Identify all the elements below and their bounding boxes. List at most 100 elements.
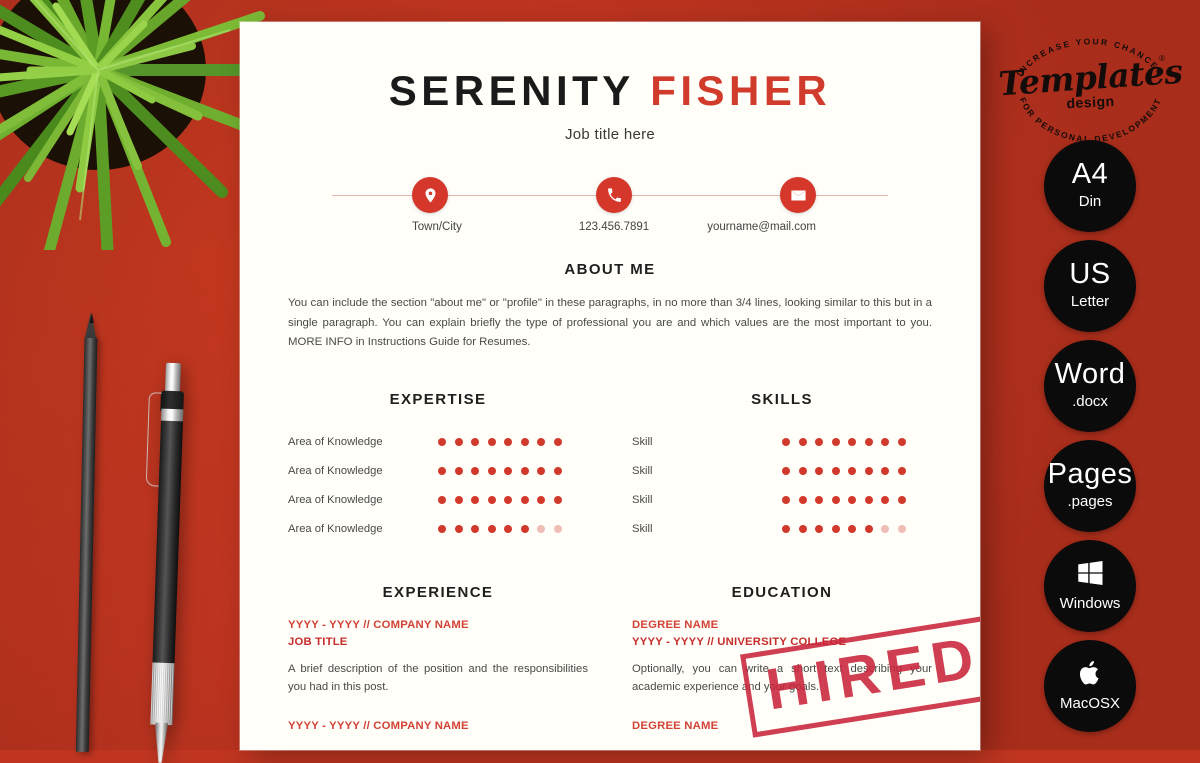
- format-badge[interactable]: A4 Din: [1044, 140, 1136, 232]
- skill-label: Skill: [632, 465, 653, 478]
- badge-list: A4 Din US Letter Word .docx Pages .pages Windows…: [980, 140, 1200, 740]
- about-section: ABOUT ME You can include the section "ab…: [288, 261, 932, 353]
- expertise-row: Area of Knowledge: [288, 515, 588, 544]
- job-title-subtitle: Job title here: [564, 126, 656, 143]
- rating-dot-filled: [487, 438, 496, 447]
- expertise-section: EXPERTISE Area of Knowledge Area of Knowl…: [288, 391, 588, 544]
- expertise-label: Area of Knowledge: [288, 436, 383, 449]
- expertise-label: Area of Knowledge: [288, 494, 383, 507]
- rating-dot-filled: [553, 496, 562, 505]
- last-name: FISHER: [650, 67, 832, 114]
- contact-phone: 123.456.7891: [547, 177, 682, 233]
- contact-email: yourname@mail.com: [681, 177, 888, 233]
- ratings-block: EXPERTISE Area of Knowledge Area of Knowl…: [288, 391, 932, 544]
- format-badge[interactable]: Windows: [1044, 540, 1136, 632]
- experience-heading: EXPERIENCE: [382, 583, 494, 601]
- pencil-lead: [89, 312, 94, 324]
- rating-dot-filled: [782, 467, 790, 476]
- expertise-dots: [438, 467, 562, 476]
- format-badge[interactable]: US Letter: [1044, 240, 1136, 332]
- rating-dot-filled: [487, 496, 496, 505]
- format-badge[interactable]: Pages .pages: [1044, 440, 1136, 532]
- rating-dot-filled: [782, 525, 790, 534]
- rating-dot-filled: [864, 525, 873, 534]
- badge-secondary-label: .docx: [1072, 393, 1108, 410]
- skill-dots: [782, 525, 906, 534]
- skill-label: Skill: [632, 436, 653, 449]
- format-badge[interactable]: Word .docx: [1044, 340, 1136, 432]
- skill-row: Skill: [632, 457, 932, 486]
- rating-dot-filled: [815, 438, 823, 447]
- windows-logo-icon: [1075, 558, 1105, 588]
- pen-grip: [150, 662, 175, 726]
- skill-row: Skill: [632, 486, 932, 515]
- rating-dot-filled: [864, 496, 873, 505]
- rating-dot-filled: [848, 496, 856, 505]
- rating-dot-filled: [848, 467, 856, 476]
- contact-email-text: yourname@mail.com: [707, 221, 817, 233]
- rating-dot-filled: [897, 496, 906, 505]
- rating-dot-filled: [815, 525, 823, 534]
- rating-dot-filled: [815, 467, 823, 476]
- rating-dot-filled: [438, 467, 446, 476]
- rating-dot-filled: [864, 467, 873, 476]
- rating-dot-filled: [782, 496, 790, 505]
- rating-dot-filled: [520, 438, 529, 447]
- contact-location-text: Town/City: [412, 221, 462, 233]
- badge-primary-label: Word: [1054, 358, 1126, 390]
- rating-dot-filled: [504, 467, 512, 476]
- experience-entry-meta: YYYY - YYYY // COMPANY NAME: [288, 618, 469, 631]
- location-pin-icon: [412, 177, 448, 213]
- contact-phone-text: 123.456.7891: [578, 221, 650, 233]
- badge-secondary-label: Windows: [1059, 595, 1121, 612]
- rating-dot-filled: [553, 467, 562, 476]
- skill-dots: [782, 467, 906, 476]
- rating-dot-filled: [487, 467, 496, 476]
- rating-dot-filled: [848, 525, 856, 534]
- rating-dot-filled: [454, 496, 463, 505]
- experience-entry-role: JOB TITLE: [288, 635, 348, 648]
- rating-dot-filled: [881, 496, 889, 505]
- rating-dot-filled: [438, 496, 446, 505]
- rating-dot-filled: [537, 496, 545, 505]
- expertise-dots: [438, 438, 562, 447]
- expertise-dots: [438, 525, 562, 534]
- rating-dot-filled: [504, 525, 512, 534]
- phone-icon: [596, 177, 632, 213]
- contact-location: Town/City: [332, 177, 547, 233]
- rating-dot-filled: [831, 496, 840, 505]
- registered-mark: ®: [1159, 54, 1165, 63]
- skills-heading: SKILLS: [751, 390, 813, 408]
- rating-dot-filled: [848, 438, 856, 447]
- badge-secondary-label: .pages: [1067, 493, 1113, 510]
- experience-entry: YYYY - YYYY // COMPANY NAME JOB TITLE A br…: [288, 617, 588, 696]
- rating-dot-filled: [520, 467, 529, 476]
- rating-dot-filled: [798, 467, 807, 476]
- contact-bar: Town/City 123.456.7891 yourname@mail.com: [332, 177, 888, 233]
- rating-dot-filled: [504, 438, 512, 447]
- rating-dot-empty: [553, 525, 562, 534]
- rating-dot-filled: [798, 496, 807, 505]
- format-badge[interactable]: MacOSX: [1044, 640, 1136, 732]
- expertise-row: Area of Knowledge: [288, 486, 588, 515]
- skill-dots: [782, 438, 906, 447]
- skills-rows: Skill Skill Skill Skill: [632, 428, 932, 544]
- experience-entries: YYYY - YYYY // COMPANY NAME JOB TITLE A br…: [288, 617, 588, 735]
- experience-section: EXPERIENCE YYYY - YYYY // COMPANY NAME JO…: [288, 584, 588, 735]
- skill-label: Skill: [632, 523, 653, 536]
- rating-dot-filled: [537, 467, 545, 476]
- templates-design-logo: INCREASE YOUR CHANCES FOR PERSONAL DEVEL…: [997, 24, 1183, 144]
- rating-dot-filled: [454, 438, 463, 447]
- rating-dot-filled: [471, 525, 479, 534]
- badge-secondary-label: Din: [1078, 193, 1102, 210]
- rating-dot-filled: [881, 467, 889, 476]
- rating-dot-filled: [520, 525, 529, 534]
- rating-dot-filled: [897, 438, 906, 447]
- badge-secondary-label: MacOSX: [1059, 695, 1120, 712]
- rating-dot-filled: [798, 438, 807, 447]
- expertise-row: Area of Knowledge: [288, 428, 588, 457]
- rating-dot-empty: [897, 525, 906, 534]
- rating-dot-filled: [487, 525, 496, 534]
- rating-dot-filled: [831, 525, 840, 534]
- about-heading: ABOUT ME: [564, 261, 656, 278]
